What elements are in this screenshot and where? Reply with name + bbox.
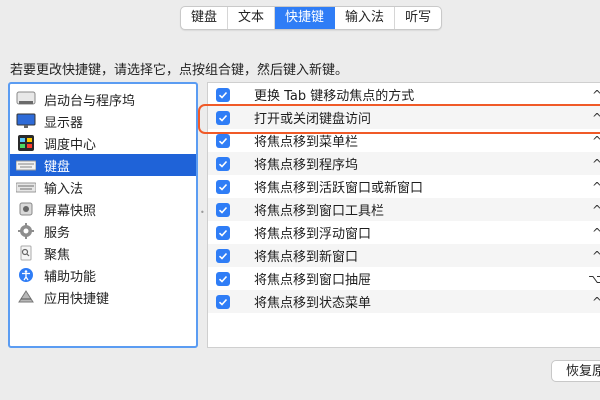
checkmark-icon bbox=[218, 206, 228, 214]
category-item-spotlight[interactable]: 聚焦 bbox=[10, 242, 196, 264]
shortcut-row[interactable]: 打开或关闭键盘访问 ^ bbox=[208, 106, 600, 129]
checkmark-icon bbox=[218, 137, 228, 145]
category-label: 显示器 bbox=[44, 115, 84, 131]
category-item-input-sources[interactable]: 输入法 bbox=[10, 176, 196, 198]
tab-shortcuts[interactable]: 快捷键 bbox=[275, 7, 336, 29]
instruction-text: 若要更改快捷键，请选择它，点按组合键，然后键入新键。 bbox=[10, 63, 349, 78]
shortcut-checkbox[interactable] bbox=[216, 225, 230, 240]
restore-defaults-button[interactable]: 恢复原 bbox=[551, 360, 600, 382]
checkmark-icon bbox=[218, 183, 228, 191]
shortcut-checkbox[interactable] bbox=[216, 271, 230, 286]
shortcut-row[interactable]: 将焦点移到活跃窗口或新窗口 ^ bbox=[208, 175, 600, 198]
category-item-launchpad-dock[interactable]: 启动台与程序坞 bbox=[10, 88, 196, 110]
shortcut-row[interactable]: 将焦点移到程序坞 ^ bbox=[208, 152, 600, 175]
shortcut-key[interactable]: ^ bbox=[592, 157, 600, 171]
category-label: 服务 bbox=[44, 225, 71, 241]
preference-tabs: 键盘 文本 快捷键 输入法 听写 bbox=[180, 6, 443, 30]
category-item-keyboard[interactable]: 键盘 bbox=[10, 154, 196, 176]
checkmark-icon bbox=[218, 229, 228, 237]
category-label: 输入法 bbox=[44, 181, 84, 197]
shortcut-row[interactable]: 将焦点移到菜单栏 ^ bbox=[208, 129, 600, 152]
tab-keyboard[interactable]: 键盘 bbox=[181, 7, 229, 29]
keyboard-icon bbox=[16, 157, 36, 173]
category-item-services[interactable]: 服务 bbox=[10, 220, 196, 242]
split-view-handle[interactable]: • bbox=[200, 209, 205, 217]
shortcut-label: 将焦点移到浮动窗口 bbox=[254, 227, 372, 242]
screenshot-icon bbox=[16, 201, 36, 217]
spotlight-icon bbox=[16, 245, 36, 261]
shortcut-row[interactable]: 将焦点移到窗口抽屉 ⌥ bbox=[208, 267, 600, 290]
shortcut-key[interactable]: ^ bbox=[592, 249, 600, 263]
shortcut-checkbox[interactable] bbox=[216, 294, 230, 309]
shortcut-key[interactable]: ^ bbox=[592, 88, 600, 102]
input-source-icon bbox=[16, 179, 36, 195]
checkmark-icon bbox=[218, 160, 228, 168]
shortcut-checkbox[interactable] bbox=[216, 179, 230, 194]
mission-control-icon bbox=[16, 135, 36, 151]
shortcut-label: 更换 Tab 键移动焦点的方式 bbox=[254, 89, 415, 104]
category-label: 辅助功能 bbox=[44, 269, 97, 285]
shortcut-row[interactable]: 将焦点移到状态菜单 ^ bbox=[208, 290, 600, 313]
category-label: 聚焦 bbox=[44, 247, 71, 263]
tab-input-sources[interactable]: 输入法 bbox=[335, 7, 396, 29]
checkmark-icon bbox=[218, 252, 228, 260]
category-label: 键盘 bbox=[44, 159, 71, 175]
shortcut-row[interactable]: 更换 Tab 键移动焦点的方式 ^ bbox=[208, 83, 600, 106]
shortcut-key[interactable]: ^ bbox=[592, 111, 600, 125]
accessibility-icon bbox=[16, 267, 36, 283]
shortcut-key[interactable]: ^ bbox=[592, 203, 600, 217]
gear-icon bbox=[16, 223, 36, 239]
shortcut-key[interactable]: ⌥ bbox=[588, 272, 600, 286]
shortcut-label: 将焦点移到窗口抽屉 bbox=[254, 273, 372, 288]
shortcut-label: 将焦点移到新窗口 bbox=[254, 250, 359, 265]
shortcut-checkbox[interactable] bbox=[216, 133, 230, 148]
category-label: 屏幕快照 bbox=[44, 203, 97, 219]
shortcut-label: 将焦点移到活跃窗口或新窗口 bbox=[254, 181, 424, 196]
category-item-display[interactable]: 显示器 bbox=[10, 110, 196, 132]
tab-text[interactable]: 文本 bbox=[228, 7, 276, 29]
shortcut-key[interactable]: ^ bbox=[592, 180, 600, 194]
shortcut-key[interactable]: ^ bbox=[592, 226, 600, 240]
shortcut-row[interactable]: 将焦点移到浮动窗口 ^ bbox=[208, 221, 600, 244]
shortcut-checkbox[interactable] bbox=[216, 202, 230, 217]
checkmark-icon bbox=[218, 91, 228, 99]
display-icon bbox=[16, 113, 36, 129]
shortcut-label: 将焦点移到窗口工具栏 bbox=[254, 204, 385, 219]
tab-dictation[interactable]: 听写 bbox=[395, 7, 441, 29]
app-shortcuts-icon bbox=[16, 289, 36, 305]
shortcut-row[interactable]: 将焦点移到新窗口 ^ bbox=[208, 244, 600, 267]
shortcut-checkbox[interactable] bbox=[216, 248, 230, 263]
category-item-mission-control[interactable]: 调度中心 bbox=[10, 132, 196, 154]
shortcut-label: 将焦点移到程序坞 bbox=[254, 158, 359, 173]
category-item-screenshots[interactable]: 屏幕快照 bbox=[10, 198, 196, 220]
shortcut-label: 将焦点移到菜单栏 bbox=[254, 135, 359, 150]
shortcut-key[interactable]: ^ bbox=[592, 295, 600, 309]
shortcut-checkbox[interactable] bbox=[216, 156, 230, 171]
shortcut-row[interactable]: 将焦点移到窗口工具栏 ^ bbox=[208, 198, 600, 221]
checkmark-icon bbox=[218, 114, 228, 122]
checkmark-icon bbox=[218, 298, 228, 306]
category-label: 应用快捷键 bbox=[44, 291, 110, 307]
category-label: 调度中心 bbox=[44, 137, 97, 153]
shortcut-label: 将焦点移到状态菜单 bbox=[254, 296, 372, 311]
category-label: 启动台与程序坞 bbox=[44, 93, 136, 109]
shortcut-category-list: 启动台与程序坞 显示器 调度中心 键盘 输入法 屏幕快照 服务 聚焦 辅助功能 … bbox=[8, 82, 198, 348]
launchpad-dock-icon bbox=[16, 91, 36, 107]
shortcut-checkbox[interactable] bbox=[216, 87, 230, 102]
shortcut-table: 更换 Tab 键移动焦点的方式 ^ 打开或关闭键盘访问 ^ 将焦点移到菜单栏 ^… bbox=[207, 82, 600, 348]
category-item-accessibility[interactable]: 辅助功能 bbox=[10, 264, 196, 286]
shortcut-key[interactable]: ^ bbox=[592, 134, 600, 148]
shortcut-checkbox[interactable] bbox=[216, 110, 230, 125]
category-item-app-shortcuts[interactable]: 应用快捷键 bbox=[10, 286, 196, 308]
shortcut-label: 打开或关闭键盘访问 bbox=[254, 112, 372, 127]
checkmark-icon bbox=[218, 275, 228, 283]
